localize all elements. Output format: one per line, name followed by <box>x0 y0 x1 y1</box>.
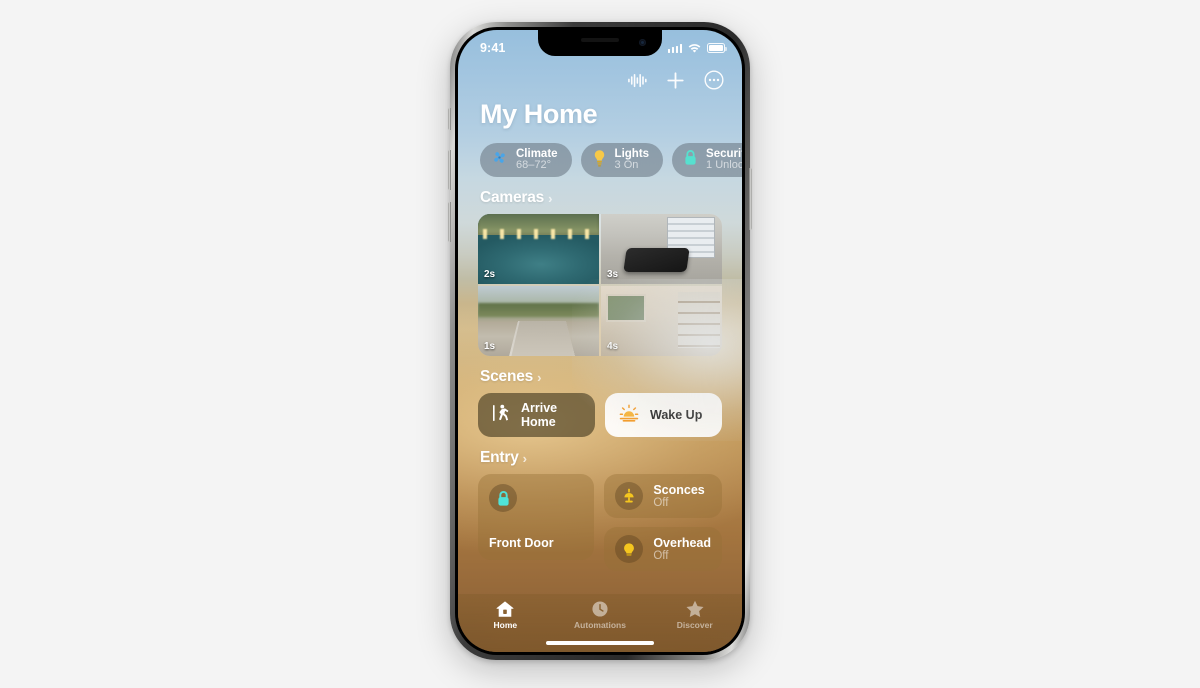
home-scroll-content[interactable]: My Home Climate 68–72° Lights 3 On Secur… <box>458 30 742 652</box>
chevron-right-icon: › <box>537 369 542 385</box>
signal-bars-icon <box>667 43 682 53</box>
lightbulb-icon <box>592 149 607 172</box>
accessory-overhead[interactable]: Overhead Off <box>604 527 722 571</box>
volume-up-button[interactable] <box>448 150 451 190</box>
chip-climate-subtitle: 68–72° <box>516 159 551 172</box>
sunrise-icon <box>619 403 639 427</box>
top-toolbar <box>458 64 742 90</box>
section-title-entry: Entry <box>480 449 519 466</box>
silent-switch-button[interactable] <box>448 108 451 130</box>
house-icon <box>496 601 514 617</box>
scene-label: Wake Up <box>650 408 703 422</box>
climate-fan-icon <box>491 149 508 171</box>
home-indicator[interactable] <box>546 641 654 645</box>
chip-security-texts: Security 1 Unlocked <box>706 148 742 172</box>
audio-waveform-icon[interactable] <box>628 73 647 88</box>
tab-discover[interactable]: Discover <box>647 600 742 630</box>
section-title-scenes: Scenes <box>480 368 534 385</box>
status-bar-time: 9:41 <box>480 41 506 55</box>
entry-row: Front Door Sconces Off Overhead Off <box>458 474 742 571</box>
accessory-sconces-texts: Sconces Off <box>653 483 704 510</box>
chip-climate-texts: Climate 68–72° <box>516 148 558 172</box>
accessory-name: Front Door <box>489 536 554 550</box>
screenshot-canvas: 9:41 My Home Climate 68–72° Lights 3 On … <box>0 0 1200 688</box>
scene-wake-up[interactable]: Wake Up <box>605 393 722 437</box>
tab-bar: Home Automations Discover <box>458 594 742 652</box>
clock-icon <box>592 601 608 617</box>
accessory-front-door[interactable]: Front Door <box>478 474 595 560</box>
notch <box>538 30 662 56</box>
home-app: 9:41 My Home Climate 68–72° Lights 3 On … <box>458 30 742 652</box>
section-title-cameras: Cameras <box>480 189 545 206</box>
accessory-overhead-texts: Overhead Off <box>653 536 711 563</box>
phone-bezel: 9:41 My Home Climate 68–72° Lights 3 On … <box>455 27 745 655</box>
accessory-sconces[interactable]: Sconces Off <box>604 474 722 518</box>
entry-left-column: Front Door <box>478 474 595 571</box>
chip-climate[interactable]: Climate 68–72° <box>480 143 572 177</box>
chip-lights-subtitle: 3 On <box>614 159 639 172</box>
chevron-right-icon: › <box>548 190 553 206</box>
camera-living-room[interactable]: 4s <box>601 286 722 356</box>
camera-driveway[interactable]: 1s <box>478 286 599 356</box>
camera-gym[interactable]: 3s <box>601 214 722 284</box>
section-header-cameras[interactable]: Cameras › <box>458 177 742 214</box>
wifi-icon <box>688 43 701 53</box>
chip-lights-texts: Lights 3 On <box>615 148 650 172</box>
page-title: My Home <box>480 99 598 129</box>
phone-screen: 9:41 My Home Climate 68–72° Lights 3 On … <box>458 30 742 652</box>
scene-arrive-home[interactable]: Arrive Home <box>478 393 595 437</box>
entry-right-column: Sconces Off Overhead Off <box>604 474 722 571</box>
accessory-name: Overhead <box>653 535 711 550</box>
chip-security-subtitle: 1 Unlocked <box>706 159 742 172</box>
camera-timestamp: 4s <box>607 341 619 352</box>
tab-home[interactable]: Home <box>458 600 553 630</box>
tab-label: Automations <box>574 620 626 630</box>
accessory-name: Sconces <box>653 482 705 497</box>
tab-label: Home <box>493 620 518 630</box>
section-header-scenes[interactable]: Scenes › <box>458 356 742 393</box>
camera-timestamp: 1s <box>484 341 496 352</box>
phone-device-frame: 9:41 My Home Climate 68–72° Lights 3 On … <box>448 22 752 660</box>
cameras-grid: 2s 3s 1s 4s <box>478 214 722 356</box>
front-camera-icon <box>639 39 646 46</box>
accessory-state: Off <box>653 549 669 562</box>
accessory-state: Off <box>653 496 669 509</box>
chip-security[interactable]: Security 1 Unlocked <box>672 143 742 177</box>
star-icon <box>686 600 704 618</box>
chevron-right-icon: › <box>522 450 527 466</box>
scene-label: Arrive Home <box>521 401 558 429</box>
battery-full-icon <box>707 43 727 53</box>
status-bar-indicators <box>667 43 727 54</box>
plus-icon[interactable] <box>666 71 685 90</box>
more-ellipsis-icon[interactable] <box>704 70 724 90</box>
camera-timestamp: 2s <box>484 269 496 280</box>
lock-closed-icon <box>489 484 517 512</box>
status-chips-row[interactable]: Climate 68–72° Lights 3 On Securi 1 Unlo… <box>458 130 742 177</box>
camera-timestamp: 3s <box>607 269 619 280</box>
lock-closed-icon <box>683 149 698 171</box>
earpiece-speaker-icon <box>581 38 619 42</box>
figure-walk-icon <box>492 403 510 428</box>
power-button[interactable] <box>749 168 752 230</box>
sconce-lamp-icon <box>615 482 644 510</box>
tab-automations[interactable]: Automations <box>553 600 648 630</box>
chip-lights[interactable]: Lights 3 On <box>580 143 664 177</box>
camera-pool[interactable]: 2s <box>478 214 599 284</box>
volume-down-button[interactable] <box>448 202 451 242</box>
ceiling-light-icon <box>615 535 644 563</box>
section-header-entry[interactable]: Entry › <box>458 437 742 474</box>
scenes-row: Arrive Home Wake Up <box>458 393 742 437</box>
tab-label: Discover <box>676 620 713 630</box>
